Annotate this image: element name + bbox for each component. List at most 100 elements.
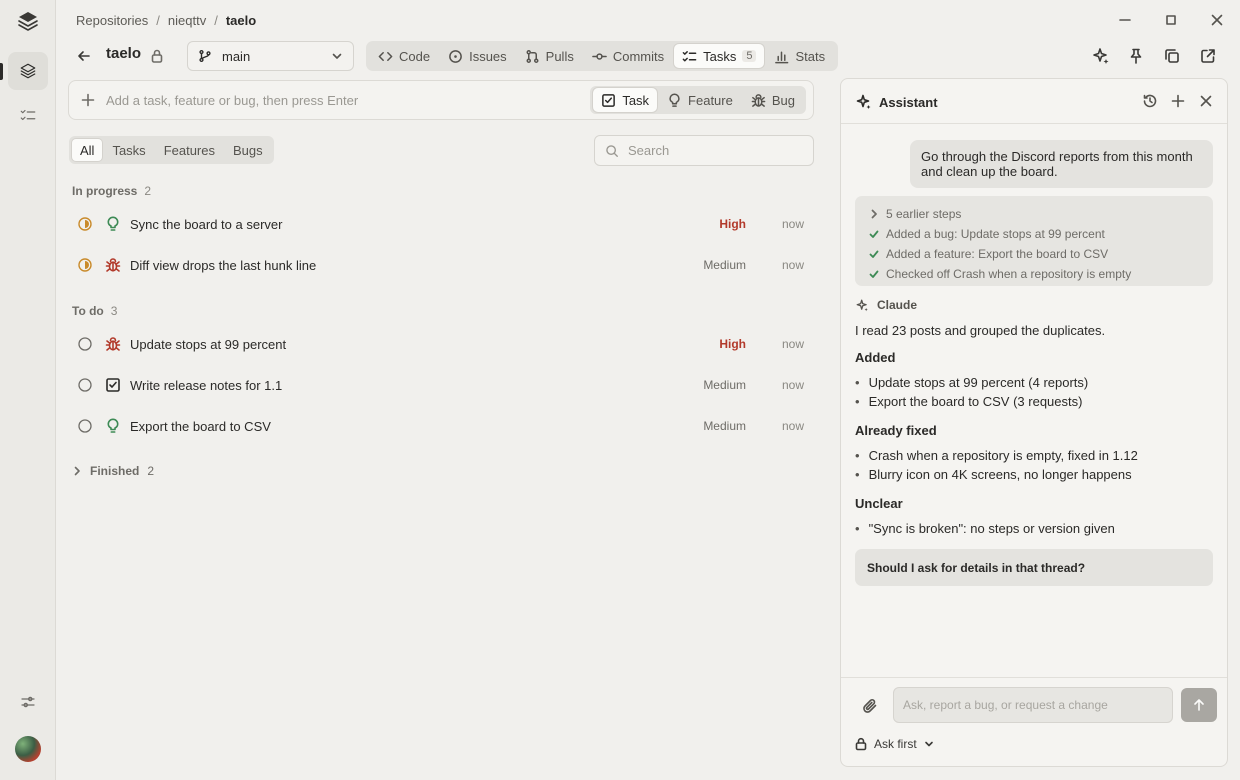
type-bug-option[interactable]: Bug — [743, 88, 803, 112]
tab-pulls[interactable]: Pulls — [517, 44, 582, 68]
suggested-reply-button[interactable]: Should I ask for details in that thread? — [855, 549, 1213, 586]
close-icon — [1211, 14, 1223, 26]
timestamp: now — [781, 258, 804, 272]
branch-selector[interactable]: main — [187, 41, 354, 71]
task-row[interactable]: Export the board to CSV Medium now — [68, 408, 814, 444]
close-window-button[interactable] — [1208, 11, 1226, 29]
agent-steps: 5 earlier steps Added a bug: Update stop… — [855, 196, 1213, 286]
arrow-left-icon — [78, 51, 90, 61]
tab-code[interactable]: Code — [370, 44, 438, 68]
sparkle-icon — [856, 94, 871, 109]
tab-issues[interactable]: Issues — [440, 44, 515, 68]
section-header-finished[interactable]: Finished 2 — [72, 464, 154, 478]
filter-bugs[interactable]: Bugs — [225, 139, 271, 161]
ai-sparkle-button[interactable] — [1092, 47, 1110, 65]
task-row[interactable]: Sync the board to a server High now — [68, 206, 814, 242]
attach-button[interactable] — [861, 697, 879, 715]
avatar[interactable] — [15, 736, 41, 762]
type-label: Feature — [688, 92, 733, 108]
checkbox-icon — [106, 378, 120, 392]
active-indicator — [0, 63, 3, 80]
tab-label: Stats — [795, 48, 826, 64]
repositories-nav-button[interactable] — [8, 52, 48, 90]
tab-stats[interactable]: Stats — [766, 44, 833, 68]
repo-nav-tabs: Code Issues Pulls Commits Tasks 5 Stats — [366, 41, 838, 71]
chevron-right-icon — [871, 209, 877, 219]
pull-request-icon — [526, 49, 539, 63]
sliders-icon — [21, 696, 35, 708]
checklist-icon — [20, 109, 36, 121]
search-input[interactable]: Search — [594, 135, 814, 166]
user-message: Go through the Discord reports from this… — [910, 140, 1213, 188]
mode-label: Ask first — [874, 737, 917, 751]
history-button[interactable] — [1142, 93, 1158, 109]
arrow-up-icon — [1194, 699, 1204, 711]
code-icon — [378, 51, 393, 61]
tab-tasks[interactable]: Tasks 5 — [674, 44, 765, 68]
task-title: Sync the board to a server — [130, 216, 283, 232]
section-count: 3 — [110, 304, 118, 318]
lightbulb-icon — [107, 216, 119, 231]
assistant-panel: Assistant Go through the Discord reports… — [840, 78, 1228, 767]
assistant-header: Assistant — [841, 79, 1227, 124]
close-panel-button[interactable] — [1198, 93, 1214, 109]
check-icon — [869, 270, 879, 278]
priority-label[interactable]: Medium — [703, 258, 746, 272]
maximize-button[interactable] — [1162, 11, 1180, 29]
type-task-option[interactable]: Task — [593, 88, 658, 112]
lightbulb-icon — [669, 92, 680, 107]
timestamp: now — [781, 217, 804, 231]
list-item-text: "Sync is broken": no steps or version gi… — [868, 521, 1115, 536]
section-header-todo: To do 3 — [72, 304, 117, 318]
type-feature-option[interactable]: Feature — [659, 88, 741, 112]
tasks-count-badge: 5 — [742, 50, 757, 62]
bug-icon — [105, 337, 121, 351]
priority-label[interactable]: High — [719, 337, 746, 351]
pin-button[interactable] — [1127, 47, 1145, 65]
earlier-steps-toggle[interactable]: 5 earlier steps — [869, 204, 1199, 224]
minimize-button[interactable] — [1116, 11, 1134, 29]
new-chat-button[interactable] — [1170, 93, 1186, 109]
open-external-button[interactable] — [1199, 47, 1217, 65]
filter-tasks[interactable]: Tasks — [104, 139, 153, 161]
todo-status-icon[interactable] — [78, 337, 92, 351]
filter-all[interactable]: All — [72, 139, 103, 161]
filter-features[interactable]: Features — [156, 139, 223, 161]
breadcrumb-repositories[interactable]: Repositories — [76, 13, 148, 28]
add-item-input[interactable]: Add a task, feature or bug, then press E… — [106, 93, 358, 108]
priority-label[interactable]: High — [719, 217, 746, 231]
priority-label[interactable]: Medium — [703, 419, 746, 433]
step-text: Added a feature: Export the board to CSV — [886, 247, 1109, 261]
task-row[interactable]: Write release notes for 1.1 Medium now — [68, 367, 814, 403]
duplicate-button[interactable] — [1163, 47, 1181, 65]
tasks-nav-button[interactable] — [8, 96, 48, 134]
section-label: In progress — [72, 184, 138, 198]
task-filter-tabs: All Tasks Features Bugs — [69, 136, 274, 164]
breadcrumb-separator: / — [156, 13, 160, 28]
list-item-text: Crash when a repository is empty, fixed … — [868, 448, 1138, 463]
priority-label[interactable]: Medium — [703, 378, 746, 392]
settings-nav-button[interactable] — [8, 683, 48, 721]
check-icon — [869, 230, 879, 238]
task-row[interactable]: Diff view drops the last hunk line Mediu… — [68, 247, 814, 283]
tab-label: Issues — [469, 48, 507, 64]
step-item: Added a bug: Update stops at 99 percent — [869, 224, 1199, 244]
list-item: Export the board to CSV (3 requests) — [855, 394, 1083, 409]
breadcrumb-owner[interactable]: nieqttv — [168, 13, 206, 28]
chevron-right-icon — [74, 466, 80, 476]
task-row[interactable]: Update stops at 99 percent High now — [68, 326, 814, 362]
chat-input[interactable] — [893, 687, 1173, 723]
todo-status-icon[interactable] — [78, 378, 92, 392]
chevron-down-icon — [924, 741, 933, 747]
permission-mode-selector[interactable]: Ask first — [855, 737, 934, 751]
in-progress-status-icon[interactable] — [78, 217, 92, 231]
todo-status-icon[interactable] — [78, 419, 92, 433]
paperclip-icon — [863, 699, 877, 713]
send-button[interactable] — [1181, 688, 1217, 722]
section-count: 2 — [144, 184, 152, 198]
tab-commits[interactable]: Commits — [584, 44, 672, 68]
in-progress-status-icon[interactable] — [78, 258, 92, 272]
task-title: Update stops at 99 percent — [130, 336, 287, 352]
section-label: Finished — [90, 464, 140, 478]
back-button[interactable] — [75, 47, 93, 65]
